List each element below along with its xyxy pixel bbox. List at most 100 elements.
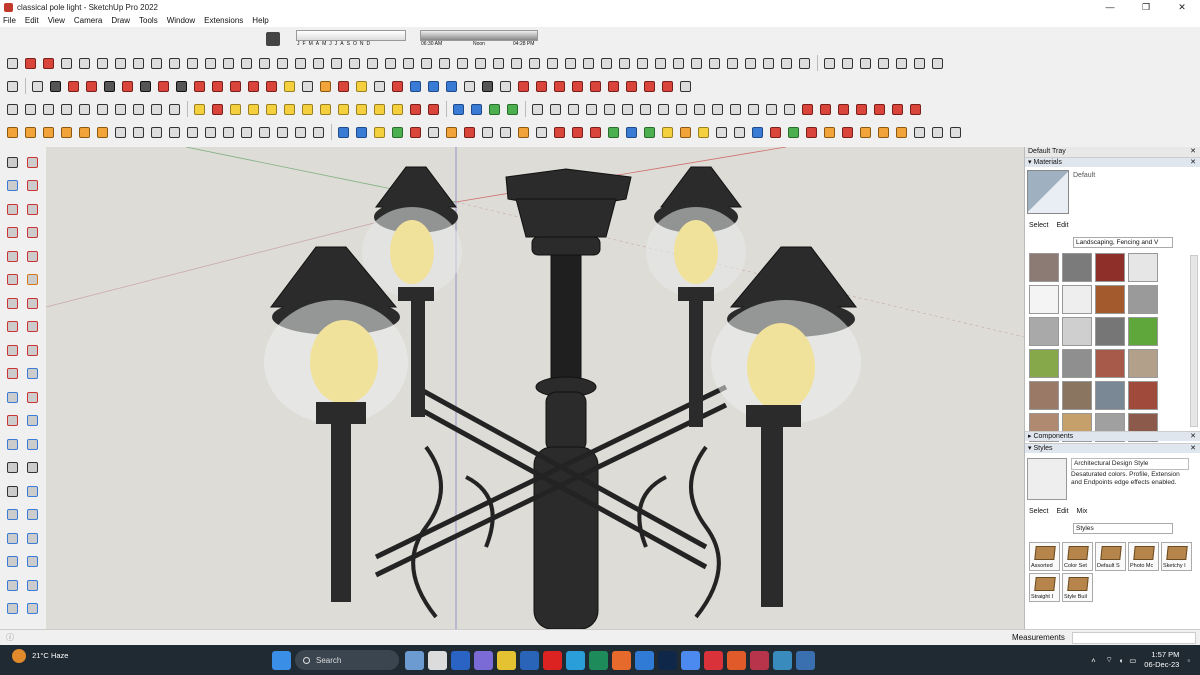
tool-icon[interactable] [821, 55, 837, 71]
tool-icon[interactable] [220, 124, 236, 140]
tool-icon[interactable] [130, 55, 146, 71]
close-button[interactable]: ✕ [1164, 0, 1200, 14]
rectangle-icon[interactable] [155, 78, 171, 94]
sketchup-taskbar-icon[interactable] [796, 650, 815, 670]
style-thumbnail[interactable]: Straight I [1029, 573, 1060, 602]
tool-icon[interactable] [94, 101, 110, 117]
tool-icon[interactable] [605, 124, 621, 140]
tool-icon[interactable] [619, 101, 635, 117]
left-tool-icon[interactable] [24, 201, 40, 217]
material-swatch[interactable] [1029, 349, 1059, 378]
app-icon[interactable] [635, 650, 654, 670]
material-swatch[interactable] [1128, 253, 1158, 282]
tool-icon[interactable] [238, 55, 254, 71]
tool-icon[interactable] [911, 124, 927, 140]
materials-collection-select[interactable]: Landscaping, Fencing and V [1073, 237, 1173, 248]
left-tool-icon[interactable] [24, 366, 40, 382]
tool-icon[interactable] [184, 55, 200, 71]
tool-icon[interactable] [655, 101, 671, 117]
left-tool-icon[interactable] [4, 225, 20, 241]
tool-icon[interactable] [40, 55, 56, 71]
chevron-down-icon[interactable] [101, 78, 117, 94]
materials-scrollbar[interactable] [1190, 255, 1198, 427]
tool-icon[interactable] [371, 101, 387, 117]
left-tool-icon[interactable] [24, 413, 40, 429]
chrome-icon[interactable] [681, 650, 700, 670]
windows-start-icon[interactable] [272, 650, 291, 670]
tool-icon[interactable] [889, 101, 905, 117]
extension-icon[interactable] [425, 78, 441, 94]
material-swatch[interactable] [1029, 253, 1059, 282]
chevron-down-icon[interactable] [173, 78, 189, 94]
style-thumbnail[interactable]: Assorted [1029, 542, 1060, 571]
tool-icon[interactable] [551, 78, 567, 94]
home-icon[interactable] [911, 55, 927, 71]
tool-icon[interactable] [418, 55, 434, 71]
menu-tools[interactable]: Tools [139, 16, 158, 25]
left-tool-icon[interactable] [4, 483, 20, 499]
home-icon[interactable] [875, 55, 891, 71]
left-tool-icon[interactable] [4, 436, 20, 452]
tool-icon[interactable] [781, 101, 797, 117]
tool-icon[interactable] [641, 78, 657, 94]
tool-icon[interactable] [274, 55, 290, 71]
tool-icon[interactable] [616, 55, 632, 71]
select-arrow-icon[interactable] [29, 78, 45, 94]
tool-icon[interactable] [130, 124, 146, 140]
push-pull-icon[interactable] [191, 78, 207, 94]
tool-icon[interactable] [673, 101, 689, 117]
rotate-icon[interactable] [245, 78, 261, 94]
tool-icon[interactable] [569, 78, 585, 94]
info-icon[interactable]: ⓘ [6, 632, 14, 643]
tool-icon[interactable] [389, 101, 405, 117]
app-icon[interactable] [589, 650, 608, 670]
tool-icon[interactable] [547, 101, 563, 117]
tool-icon[interactable] [745, 101, 761, 117]
left-tool-icon[interactable] [4, 601, 20, 617]
tool-icon[interactable] [767, 124, 783, 140]
left-tool-icon[interactable] [4, 554, 20, 570]
tool-icon[interactable] [407, 101, 423, 117]
material-swatch[interactable] [1062, 285, 1092, 314]
tool-icon[interactable] [731, 124, 747, 140]
tool-icon[interactable] [893, 124, 909, 140]
app-icon[interactable] [750, 650, 769, 670]
tool-icon[interactable] [677, 78, 693, 94]
tool-icon[interactable] [515, 124, 531, 140]
left-tool-icon[interactable] [24, 507, 40, 523]
tool-icon[interactable] [709, 101, 725, 117]
tool-icon[interactable] [148, 124, 164, 140]
telegram-icon[interactable] [566, 650, 585, 670]
tool-icon[interactable] [835, 101, 851, 117]
user-icon[interactable] [461, 78, 477, 94]
tool-icon[interactable] [479, 124, 495, 140]
tool-icon[interactable] [112, 55, 128, 71]
tool-icon[interactable] [486, 101, 502, 117]
tool-icon[interactable] [551, 124, 567, 140]
wifi-icon[interactable]: ⌔ [1106, 655, 1113, 665]
volume-icon[interactable]: ◖ [1119, 656, 1124, 665]
styles-section-header[interactable]: ▾ Styles ✕ [1025, 443, 1200, 453]
tool-icon[interactable] [742, 55, 758, 71]
tool-icon[interactable] [817, 101, 833, 117]
tool-icon[interactable] [389, 124, 405, 140]
left-tool-icon[interactable] [4, 248, 20, 264]
tool-icon[interactable] [238, 124, 254, 140]
tool-icon[interactable] [40, 124, 56, 140]
tool-icon[interactable] [796, 55, 812, 71]
tool-icon[interactable] [623, 124, 639, 140]
tool-icon[interactable] [760, 55, 776, 71]
select-arrow-icon[interactable] [47, 78, 63, 94]
tool-icon[interactable] [529, 101, 545, 117]
pencil-icon[interactable] [83, 78, 99, 94]
app-icon[interactable] [773, 650, 792, 670]
tool-icon[interactable] [504, 101, 520, 117]
measurements-input[interactable] [1072, 632, 1196, 644]
menu-edit[interactable]: Edit [25, 16, 39, 25]
left-tool-icon[interactable] [24, 460, 40, 476]
tool-icon[interactable] [497, 124, 513, 140]
tool-icon[interactable] [659, 124, 675, 140]
close-icon[interactable]: ✕ [1190, 158, 1196, 168]
opera-icon[interactable] [543, 650, 562, 670]
style-thumbnail[interactable]: Default S [1095, 542, 1126, 571]
